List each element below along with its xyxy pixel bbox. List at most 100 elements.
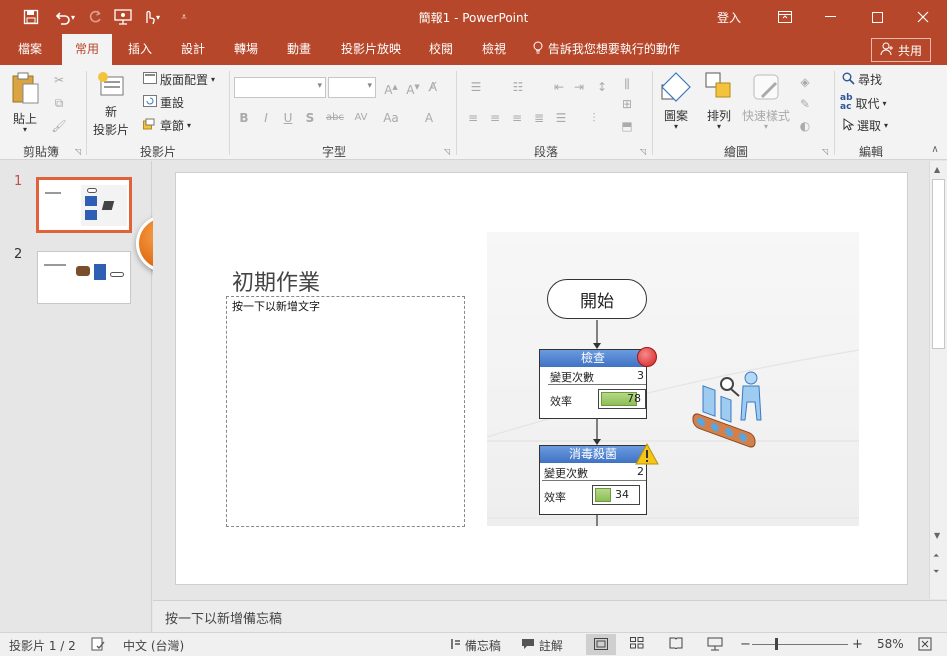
save-icon[interactable] [20, 7, 42, 27]
align-right-icon[interactable]: ≡ [508, 109, 526, 127]
zoom-slider-track[interactable] [752, 644, 848, 645]
format-painter-icon[interactable]: 🖌 [50, 117, 68, 135]
font-name-combo[interactable]: ▾ [234, 77, 326, 98]
italic-button[interactable]: I [257, 109, 275, 127]
replace-button[interactable]: ab ac 取代 ▾ [840, 94, 887, 112]
clear-formatting-icon[interactable]: A̸ [424, 78, 442, 96]
flow-start[interactable]: 開始 [547, 279, 647, 319]
distributed-icon[interactable]: ☰ [552, 109, 570, 127]
fit-to-window-icon[interactable] [918, 637, 932, 654]
columns-icon[interactable]: ⫶ [582, 109, 606, 127]
notes-button[interactable]: 備忘稿 [450, 637, 501, 654]
tab-review[interactable]: 校閱 [419, 34, 463, 65]
shrink-font-icon[interactable]: A▼ [404, 78, 422, 97]
align-text-icon[interactable]: ⊞ [618, 95, 636, 113]
zoom-out-button[interactable]: − [740, 637, 751, 652]
decrease-indent-icon[interactable]: ⇤ [550, 78, 568, 96]
minimize-icon[interactable] [808, 0, 854, 34]
copy-icon[interactable]: ⧉ [50, 94, 68, 112]
line-spacing-icon[interactable]: ↕ [590, 78, 614, 96]
slide-thumbnail-2[interactable] [37, 251, 131, 304]
maximize-icon[interactable] [854, 0, 900, 34]
spelling-icon[interactable] [91, 637, 105, 654]
scroll-up-icon[interactable]: ▲ [934, 165, 940, 174]
bold-button[interactable]: B [235, 109, 253, 127]
scrollbar-thumb[interactable] [932, 179, 945, 349]
layout-button[interactable]: 版面配置 ▾ [143, 71, 215, 88]
cut-icon[interactable]: ✂ [50, 71, 68, 89]
text-direction-icon[interactable]: ⫼ [618, 75, 636, 93]
share-button[interactable]: 共用 [871, 38, 931, 62]
slide-thumbnail-1[interactable] [36, 177, 132, 233]
content-placeholder[interactable]: 按一下以新增文字 [226, 296, 465, 527]
grow-font-icon[interactable]: A▲ [382, 78, 400, 97]
tab-home[interactable]: 常用 [62, 34, 112, 65]
strikethrough-button[interactable]: abc [323, 109, 347, 127]
align-center-icon[interactable]: ≡ [486, 109, 504, 127]
slide-canvas[interactable]: 初期作業 按一下以新增文字 開始 檢查 變更次數 3 效率 78 消毒殺菌 變更… [175, 172, 908, 585]
bullets-icon[interactable]: ☰ [464, 78, 488, 96]
vertical-scrollbar[interactable]: ▲ ▼ ⏶ ⏷ [929, 161, 947, 599]
change-case-button[interactable]: Aa [380, 109, 402, 127]
next-slide-icon[interactable]: ⏷ [933, 567, 939, 577]
ribbon-display-options-icon[interactable] [762, 0, 808, 34]
underline-button[interactable]: U [279, 109, 297, 127]
find-button[interactable]: 尋找 [842, 71, 882, 88]
shape-effects-icon[interactable]: ◐ [796, 117, 814, 135]
section-button[interactable]: 章節 ▾ [143, 117, 191, 134]
tell-me-box[interactable]: 告訴我您想要執行的動作 [532, 34, 680, 65]
paste-button[interactable]: 貼上 ▾ [10, 71, 40, 134]
zoom-level[interactable]: 58% [877, 637, 904, 651]
tab-insert[interactable]: 插入 [118, 34, 162, 65]
tab-design[interactable]: 設計 [171, 34, 215, 65]
slideshow-icon[interactable] [707, 637, 723, 654]
arrange-button[interactable]: 排列 ▾ [704, 71, 734, 131]
flow-process-inspect[interactable]: 檢查 變更次數 3 效率 78 [539, 349, 647, 419]
slide-title[interactable]: 初期作業 [232, 265, 320, 297]
font-color-button[interactable]: A [420, 109, 438, 127]
character-spacing-button[interactable]: AV [350, 109, 372, 127]
reading-view-icon[interactable] [669, 637, 683, 652]
notes-pane[interactable]: 按一下以新增備忘稿 [153, 600, 947, 632]
font-size-combo[interactable]: ▾ [328, 77, 376, 98]
zoom-slider-thumb[interactable] [775, 638, 778, 650]
tab-slideshow[interactable]: 投影片放映 [332, 34, 410, 65]
numbering-icon[interactable]: ☷ [506, 78, 530, 96]
normal-view-button[interactable] [586, 634, 616, 655]
new-slide-button[interactable]: 新 投影片 [93, 71, 129, 138]
sign-in-link[interactable]: 登入 [717, 9, 741, 26]
increase-indent-icon[interactable]: ⇥ [570, 78, 588, 96]
smartart-icon[interactable]: ⬒ [618, 117, 636, 135]
tab-view[interactable]: 檢視 [472, 34, 516, 65]
touch-mode-icon[interactable]: ▾ [140, 7, 162, 27]
shape-fill-icon[interactable]: ◈ [796, 73, 814, 91]
tab-transitions[interactable]: 轉場 [224, 34, 268, 65]
dialog-launcher-icon[interactable]: ◹ [822, 147, 828, 156]
flowchart-image[interactable]: 開始 檢查 變更次數 3 效率 78 消毒殺菌 變更次數 2 效率 34 [487, 232, 859, 526]
reset-button[interactable]: 重設 [143, 94, 184, 111]
slide-sorter-icon[interactable] [630, 637, 644, 652]
undo-icon[interactable]: ▾ [50, 7, 80, 27]
comments-button[interactable]: 註解 [521, 637, 563, 654]
tab-animations[interactable]: 動畫 [277, 34, 321, 65]
customize-toolbar-icon[interactable]: ⩡ [176, 7, 192, 27]
dialog-launcher-icon[interactable]: ◹ [444, 147, 450, 156]
zoom-in-button[interactable]: + [852, 637, 863, 652]
justify-icon[interactable]: ≣ [530, 109, 548, 127]
scroll-down-icon[interactable]: ▼ [934, 531, 940, 540]
language-indicator[interactable]: 中文 (台灣) [123, 637, 184, 654]
close-icon[interactable] [900, 0, 946, 34]
shadow-button[interactable]: S [301, 109, 319, 127]
shapes-button[interactable]: 圖案 ▾ [660, 71, 692, 131]
quick-styles-button[interactable]: 快速樣式 ▾ [742, 71, 790, 131]
align-left-icon[interactable]: ≡ [464, 109, 482, 127]
flow-process-sterilize[interactable]: 消毒殺菌 變更次數 2 效率 34 [539, 445, 647, 515]
start-from-beginning-icon[interactable] [113, 7, 133, 27]
dialog-launcher-icon[interactable]: ◹ [640, 147, 646, 156]
redo-icon[interactable] [85, 7, 105, 27]
tab-file[interactable]: 檔案 [8, 34, 52, 65]
shape-outline-icon[interactable]: ✎ [796, 95, 814, 113]
dialog-launcher-icon[interactable]: ◹ [75, 147, 81, 156]
collapse-ribbon-icon[interactable]: ∧ [926, 141, 944, 159]
previous-slide-icon[interactable]: ⏶ [933, 551, 939, 561]
